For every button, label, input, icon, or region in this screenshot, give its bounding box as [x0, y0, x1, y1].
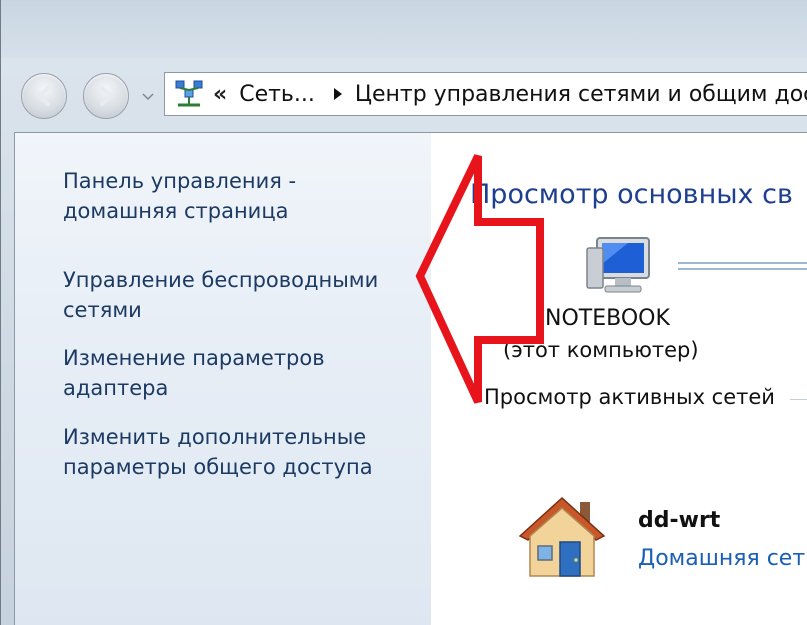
link-line: параметры общего доступа — [63, 455, 373, 479]
network-map-connector — [678, 262, 807, 270]
breadcrumb-network[interactable]: Сеть... — [239, 82, 315, 107]
title-bar — [1, 0, 807, 58]
recent-pages-dropdown[interactable] — [139, 88, 157, 106]
link-line: сетями — [63, 298, 142, 322]
link-line: Панель управления - — [63, 169, 297, 193]
address-bar[interactable]: « Сеть... Центр управления сетями и общи… — [164, 72, 807, 116]
chevron-down-icon — [142, 93, 154, 101]
section-divider — [790, 399, 807, 400]
computer-monitor-icon — [586, 237, 650, 293]
network-type-link[interactable]: Домашняя сет — [638, 546, 805, 571]
back-button[interactable] — [21, 73, 67, 119]
home-network-icon — [518, 496, 606, 577]
network-name: dd-wrt — [638, 508, 721, 533]
computer-name: NOTEBOOK — [545, 306, 670, 331]
link-line: домашняя страница — [63, 199, 289, 223]
link-line: Управление беспроводными — [63, 268, 379, 292]
arrow-left-icon — [37, 86, 50, 106]
active-networks-title: Просмотр активных сетей — [484, 385, 775, 409]
breadcrumb-overflow-button[interactable]: « — [213, 82, 227, 107]
forward-button[interactable] — [83, 73, 129, 119]
computer-subtitle: (этот компьютер) — [503, 338, 699, 362]
link-adapter-settings[interactable]: Изменение параметров адаптера — [63, 343, 325, 403]
triangle-right-icon[interactable] — [327, 83, 349, 105]
link-advanced-sharing[interactable]: Изменить дополнительные параметры общего… — [63, 422, 373, 482]
arrow-right-icon — [100, 86, 113, 106]
breadcrumb-network-center[interactable]: Центр управления сетями и общим дос — [355, 82, 807, 107]
link-line: Изменить дополнительные — [63, 425, 367, 449]
link-control-panel-home[interactable]: Панель управления - домашняя страница — [63, 166, 296, 226]
link-line: Изменение параметров — [63, 346, 325, 370]
link-manage-wireless[interactable]: Управление беспроводными сетями — [63, 265, 378, 325]
link-line: адаптера — [63, 376, 169, 400]
network-center-icon — [171, 76, 207, 112]
page-title: Просмотр основных св — [470, 179, 793, 210]
